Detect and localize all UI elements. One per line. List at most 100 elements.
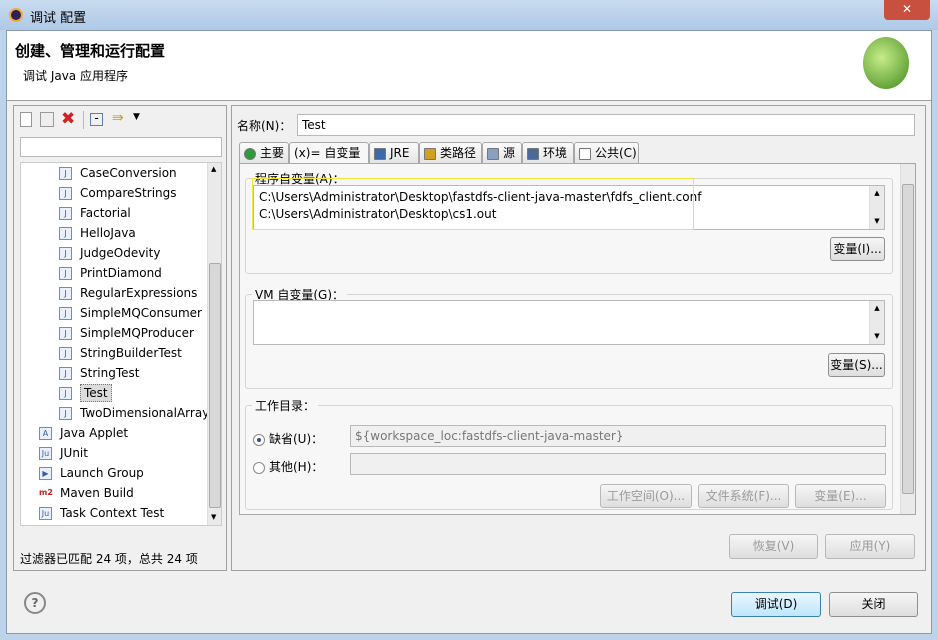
tree-item-label: Task Context Test [60, 506, 165, 520]
java-class-icon: J [59, 327, 72, 340]
close-window-button[interactable]: ✕ [884, 0, 930, 20]
tab-classpath[interactable]: 类路径 [419, 142, 482, 163]
tree-item[interactable]: J StringBuilderTest [21, 343, 207, 363]
other-dir-label: 其他(H)： [269, 460, 324, 474]
revert-button[interactable]: 恢复(V) [729, 534, 818, 559]
debug-button[interactable]: 调试(D) [731, 592, 821, 617]
tree-item[interactable]: J StringTest [21, 363, 207, 383]
tree-item[interactable]: Ju Task Context Test [21, 503, 207, 523]
tree-item[interactable]: J CompareStrings [21, 183, 207, 203]
tree-scrollbar[interactable]: ▲ ▼ [207, 163, 221, 525]
dropdown-arrow-icon[interactable]: ▼ [133, 112, 140, 122]
program-variables-button[interactable]: 变量(I)... [830, 237, 885, 261]
run-icon [244, 147, 256, 160]
tab-label: 公共(C) [595, 146, 637, 160]
java-class-icon: J [59, 347, 72, 360]
tab-jre[interactable]: JRE [369, 142, 419, 163]
tab-variable[interactable]: (x)= 自变量 [289, 142, 369, 164]
toolbar-separator [83, 111, 84, 129]
tab-bar: 主要 (x)= 自变量 JRE 类路径 源 环境 公共(C) [239, 142, 919, 164]
scroll-thumb[interactable] [902, 184, 914, 494]
tree-item[interactable]: J TwoDimensionalArray [21, 403, 209, 423]
program-args-textarea[interactable]: C:\Users\Administrator\Desktop\fastdfs-c… [252, 178, 885, 230]
java-class-icon: J [59, 267, 72, 280]
apply-button[interactable]: 应用(Y) [825, 534, 915, 559]
tree-item[interactable]: J CaseConversion [21, 163, 207, 183]
tree-item[interactable]: J SimpleMQConsumer [21, 303, 207, 323]
radio-selected-icon[interactable] [253, 433, 265, 446]
task-context-icon: Ju [39, 507, 52, 520]
tree-item-label: Test [80, 384, 112, 402]
bug-icon [863, 37, 909, 89]
tree-item[interactable]: J SimpleMQProducer [21, 323, 207, 343]
java-class-icon: J [59, 247, 72, 260]
tree-item[interactable]: J JudgeOdevity [21, 243, 207, 263]
tree-item-label: HelloJava [80, 226, 136, 240]
textarea-scrollbar[interactable]: ▲ ▼ [869, 301, 884, 344]
tab-label: 环境 [543, 146, 568, 160]
delete-icon[interactable]: ✖ [61, 109, 75, 129]
tree-item[interactable]: ▶ Launch Group [21, 463, 207, 483]
other-dir-input [350, 453, 886, 475]
name-input[interactable] [297, 114, 915, 136]
vm-args-textarea[interactable]: ▲ ▼ [253, 300, 885, 345]
filter-input[interactable] [20, 137, 222, 157]
tree-item-label: Java Applet [60, 426, 129, 440]
textarea-scrollbar[interactable]: ▲ ▼ [869, 186, 884, 229]
vm-variables-button[interactable]: 变量(S)... [828, 353, 885, 377]
tree-item[interactable]: Ju JUnit [21, 443, 207, 463]
radio-icon[interactable] [253, 461, 265, 474]
java-class-icon: J [59, 367, 72, 380]
scroll-down-arrow[interactable]: ▼ [211, 513, 216, 521]
duplicate-icon[interactable] [40, 112, 54, 127]
workdir-variables-button[interactable]: 变量(E)... [795, 484, 886, 508]
tree-item-label: JUnit [60, 446, 88, 460]
filesystem-button[interactable]: 文件系统(F)... [698, 484, 789, 508]
workspace-button[interactable]: 工作空间(O)... [600, 484, 692, 508]
filter-icon[interactable]: ⇛ [112, 110, 124, 126]
tree-item[interactable]: J HelloJava [21, 223, 207, 243]
header-title: 创建、管理和运行配置 [15, 42, 166, 60]
close-button[interactable]: 关闭 [829, 592, 918, 617]
other-dir-radio[interactable]: 其他(H)： [253, 458, 323, 475]
java-class-icon: J [59, 227, 72, 240]
default-dir-radio[interactable]: 缺省(U)： [253, 430, 323, 447]
classpath-icon [424, 147, 436, 160]
java-class-icon: J [59, 167, 72, 180]
tree-item[interactable]: m2 Maven Build [21, 483, 207, 503]
collapse-all-icon[interactable]: - [90, 112, 103, 126]
tab-source[interactable]: 源 [482, 142, 522, 163]
tree-item[interactable]: A Java Applet [21, 423, 207, 443]
tree-item-label: CaseConversion [80, 166, 177, 180]
tree-item-label: StringBuilderTest [80, 346, 182, 360]
tab-label: 主要 [260, 146, 285, 160]
scroll-up-arrow[interactable]: ▲ [211, 165, 216, 173]
java-class-icon: J [59, 307, 72, 320]
eclipse-icon [9, 8, 23, 22]
tree-item-label: JudgeOdevity [80, 246, 161, 260]
tree-item[interactable]: J Factorial [21, 203, 207, 223]
default-dir-label: 缺省(U)： [269, 432, 324, 446]
dialog-header: 创建、管理和运行配置 调试 Java 应用程序 [7, 31, 931, 101]
java-applet-icon: A [39, 427, 52, 440]
tab-environment[interactable]: 环境 [522, 142, 574, 163]
tab-label: 源 [503, 146, 516, 160]
name-label: 名称(N)： [237, 119, 292, 133]
tree-item[interactable]: J Test [21, 383, 207, 403]
tree-item[interactable]: J PrintDiamond [21, 263, 207, 283]
java-class-icon: J [59, 287, 72, 300]
program-args-group: 程序自变量(A)： C:\Users\Administrator\Desktop… [245, 170, 893, 274]
tab-run[interactable]: 主要 [239, 142, 289, 163]
tab-common[interactable]: 公共(C) [574, 142, 639, 163]
java-class-icon: J [59, 187, 72, 200]
scroll-thumb[interactable] [209, 263, 221, 508]
tree-item[interactable]: J RegularExpressions [21, 283, 207, 303]
jre-icon [374, 147, 386, 160]
content-scrollbar[interactable] [900, 164, 915, 514]
new-config-icon[interactable] [20, 112, 32, 127]
tab-label: JRE [390, 146, 410, 160]
help-button[interactable]: ? [24, 592, 46, 614]
java-class-icon: J [59, 387, 72, 400]
tree-item-label: CompareStrings [80, 186, 177, 200]
tree-item-label: StringTest [80, 366, 140, 380]
